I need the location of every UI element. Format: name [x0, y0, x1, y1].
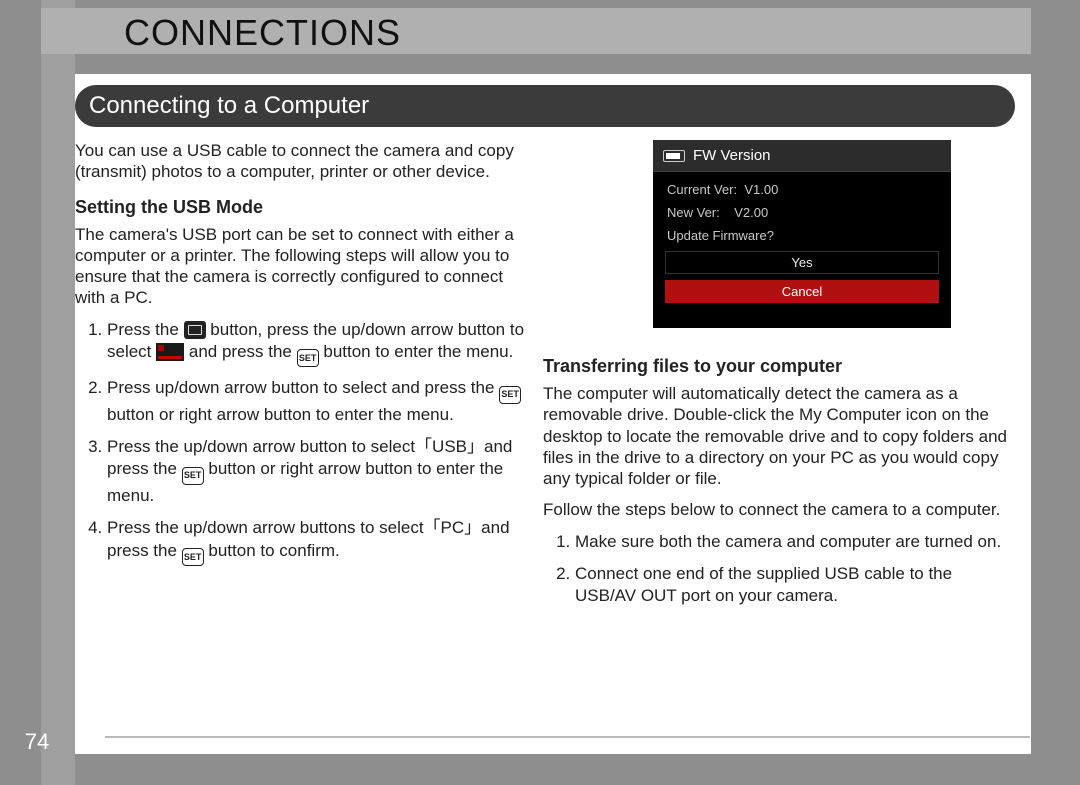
battery-icon — [663, 150, 685, 162]
section-subheader: Connecting to a Computer — [75, 85, 1015, 127]
usb-mode-paragraph: The camera's USB port can be set to conn… — [75, 224, 533, 309]
chapter-title: CONNECTIONS — [124, 12, 401, 54]
chapter-title-bar: CONNECTIONS — [41, 8, 1031, 54]
transferring-steps: Make sure both the camera and computer a… — [543, 531, 1013, 607]
left-margin-strip — [41, 0, 75, 785]
camera-osd-screenshot: FW Version Current Ver: V1.00 New Ver: V… — [653, 140, 951, 328]
osd-body: Current Ver: V1.00 New Ver: V2.00 Update… — [653, 172, 951, 303]
osd-header: FW Version — [653, 140, 951, 172]
page-number: 74 — [12, 729, 62, 755]
column-left: You can use a USB cable to connect the c… — [75, 140, 533, 576]
osd-option-yes: Yes — [665, 251, 939, 274]
heading-transferring: Transferring files to your computer — [543, 356, 1013, 377]
set-button-icon: SET — [499, 386, 521, 404]
list-item: Connect one end of the supplied USB cabl… — [575, 563, 1013, 607]
section-subheader-text: Connecting to a Computer — [89, 92, 369, 120]
thumbnail-icon — [156, 343, 184, 361]
page-body: Connecting to a Computer You can use a U… — [75, 74, 1031, 754]
footer-rule — [105, 736, 1030, 738]
osd-row-prompt: Update Firmware? — [653, 224, 951, 247]
column-right: FW Version Current Ver: V1.00 New Ver: V… — [543, 140, 1013, 617]
list-item: Press the up/down arrow buttons to selec… — [107, 517, 533, 566]
set-button-icon: SET — [182, 548, 204, 566]
usb-mode-steps: Press the button, press the up/down arro… — [75, 319, 533, 567]
list-item: Make sure both the camera and computer a… — [575, 531, 1013, 553]
list-item: Press the up/down arrow button to select… — [107, 436, 533, 507]
transferring-paragraph-1: The computer will automatically detect t… — [543, 383, 1013, 489]
list-item: Press the button, press the up/down arro… — [107, 319, 533, 368]
osd-row-new: New Ver: V2.00 — [653, 201, 951, 224]
set-button-icon: SET — [297, 349, 319, 367]
osd-row-current: Current Ver: V1.00 — [653, 178, 951, 201]
menu-icon — [184, 321, 206, 339]
list-item: Press up/down arrow button to select and… — [107, 377, 533, 426]
transferring-paragraph-2: Follow the steps below to connect the ca… — [543, 499, 1013, 520]
heading-usb-mode: Setting the USB Mode — [75, 197, 533, 218]
set-button-icon: SET — [182, 467, 204, 485]
intro-paragraph: You can use a USB cable to connect the c… — [75, 140, 533, 183]
osd-option-cancel: Cancel — [665, 280, 939, 303]
osd-title: FW Version — [693, 147, 771, 164]
